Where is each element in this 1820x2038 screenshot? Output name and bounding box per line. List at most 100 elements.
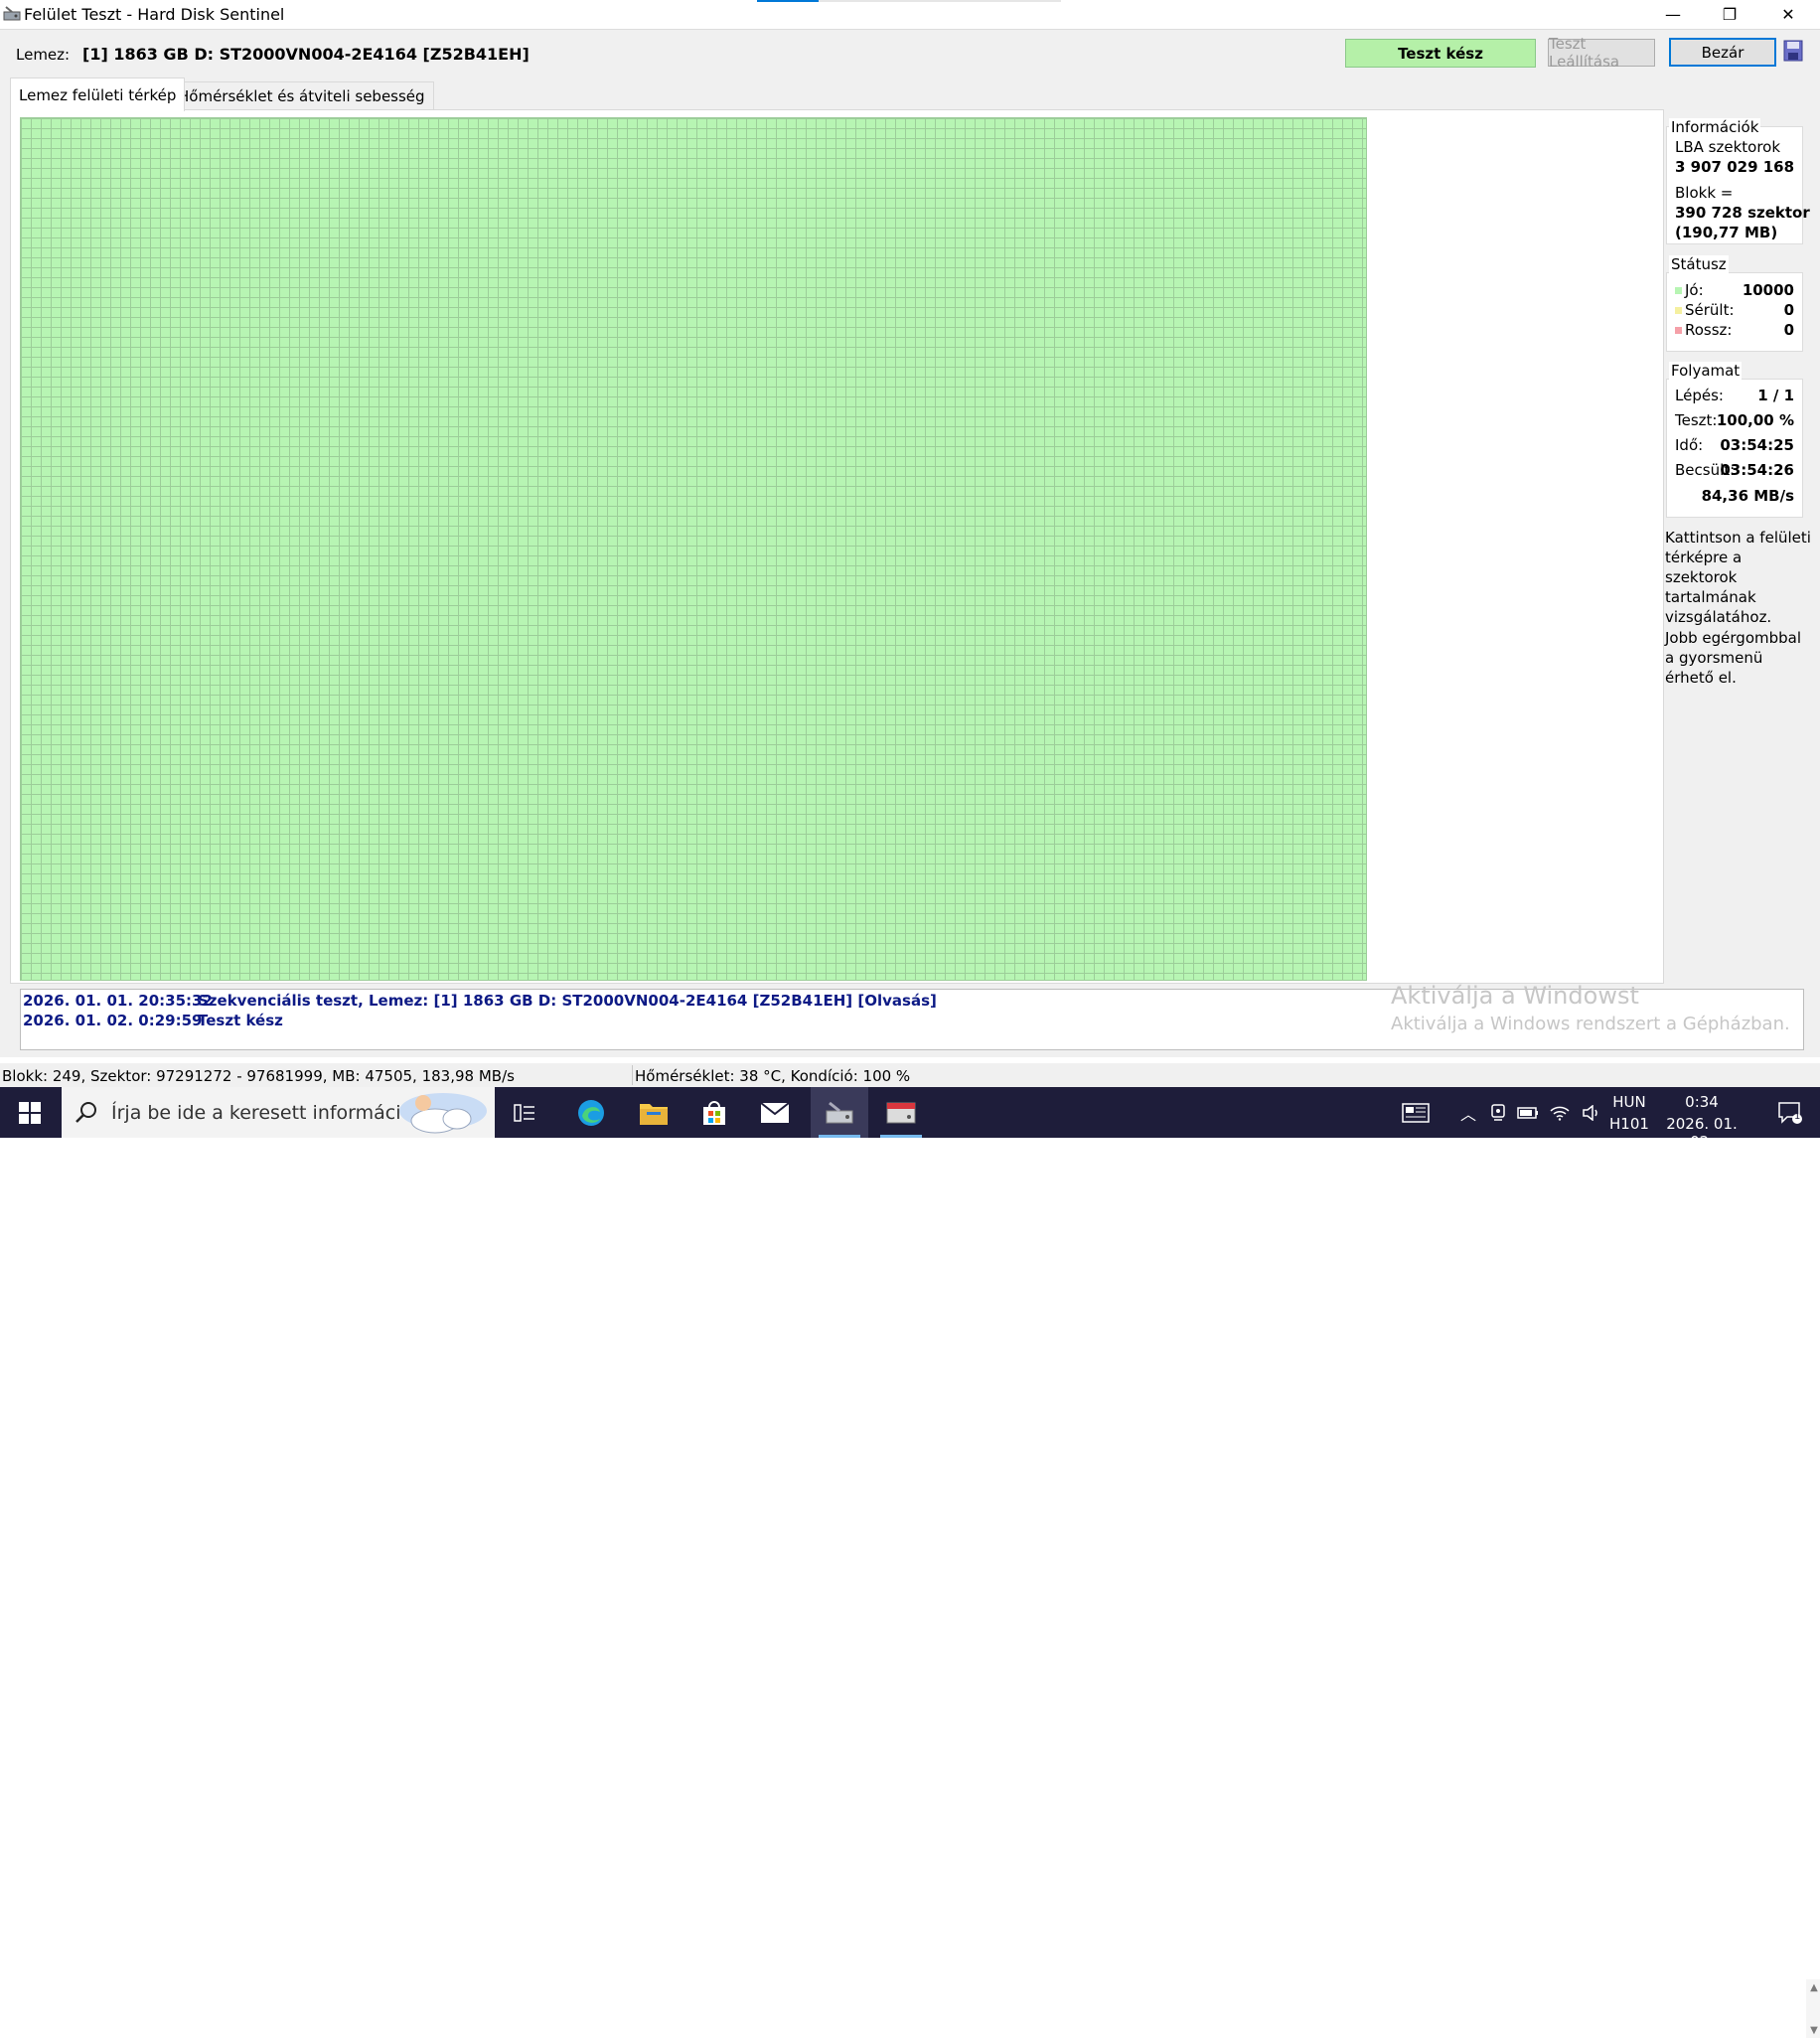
keyboard-layout[interactable]: H101 [1609, 1115, 1649, 1133]
close-icon: ✕ [1781, 5, 1795, 24]
log-entry: 2026. 01. 02. 0:29:59Teszt kész [23, 1012, 283, 1029]
activation-watermark-text: Aktiválja a Windows rendszert a Gépházba… [1391, 1014, 1790, 1034]
status-temperature: Hőmérséklet: 38 °C, Kondíció: 100 % [635, 1067, 911, 1085]
scroll-up-icon[interactable]: ▲ [1806, 1979, 1820, 1995]
lba-value: 3 907 029 168 [1675, 158, 1795, 176]
taskbar-hds-main[interactable] [872, 1087, 930, 1138]
log-scrollbar[interactable]: ▲ ▼ [1806, 1979, 1820, 2038]
window-title: Felület Teszt - Hard Disk Sentinel [24, 5, 285, 24]
disk-label: Lemez: [16, 46, 71, 64]
status-good-label: Jó: [1685, 281, 1704, 299]
hint-right-click: Jobb egérgombbal a gyorsmenü érhető el. [1665, 629, 1802, 687]
log-time: 2026. 01. 02. 0:29:59 [23, 1012, 203, 1029]
wifi-icon [1550, 1106, 1570, 1121]
speed-value: 84,36 MB/s [1701, 487, 1794, 505]
minimize-button[interactable]: — [1645, 0, 1701, 29]
title-bar: Felület Teszt - Hard Disk Sentinel — ❐ ✕ [0, 0, 1820, 29]
stop-test-button[interactable]: Teszt Leállítása [1548, 35, 1655, 71]
status-damaged-value: 0 [1783, 301, 1794, 319]
taskbar-edge[interactable] [566, 1087, 616, 1138]
taskbar-hds-test[interactable] [811, 1087, 868, 1138]
block-value: 390 728 szektor [1675, 204, 1810, 222]
tab-temperature-speed[interactable]: Hőmérséklet és átviteli sebesség [169, 81, 434, 110]
scroll-down-icon[interactable]: ▼ [1806, 2022, 1820, 2038]
good-color-swatch [1675, 287, 1682, 294]
windows-icon [19, 1101, 41, 1124]
log-text: Teszt kész [198, 1012, 283, 1029]
disk-toolbar: Lemez: [1] 1863 GB D: ST2000VN004-2E4164… [0, 30, 1820, 74]
app-icon [3, 6, 21, 21]
store-icon [703, 1100, 725, 1125]
task-view-icon [514, 1103, 534, 1122]
notification-center[interactable]: 1 [1768, 1087, 1812, 1138]
taskbar-mail[interactable] [750, 1087, 800, 1138]
hard-disk-sentinel-icon [826, 1101, 853, 1123]
status-bar: Blokk: 249, Szektor: 97291272 - 97681999… [0, 1063, 1820, 1087]
status-good-value: 10000 [1742, 281, 1794, 299]
info-title: Információk [1669, 118, 1761, 136]
bad-color-swatch [1675, 327, 1682, 334]
tray-volume[interactable] [1578, 1087, 1605, 1138]
task-view-button[interactable] [507, 1087, 542, 1138]
edge-icon [578, 1099, 604, 1126]
status-divider [632, 1065, 633, 1085]
test-value: 100,00 % [1716, 411, 1794, 429]
estimated-value: 03:54:26 [1720, 461, 1794, 479]
hard-disk-icon [886, 1102, 916, 1123]
block-label: Blokk = [1675, 184, 1734, 202]
search-box[interactable]: Írja be ide a keresett információt. [62, 1087, 495, 1138]
save-icon[interactable] [1783, 40, 1803, 62]
taskbar-store[interactable] [689, 1087, 739, 1138]
progress-strip [757, 0, 1061, 2]
search-placeholder: Írja be ide a keresett információt. [111, 1102, 426, 1124]
news-widget[interactable] [1396, 1087, 1436, 1138]
search-highlight-image [399, 1093, 487, 1134]
hint-click: Kattintson a felületi térképre a szektor… [1665, 529, 1811, 626]
show-hidden-icons[interactable]: ︿ [1456, 1087, 1480, 1138]
clock-date[interactable]: 2026. 01. 02. [1657, 1115, 1746, 1151]
lba-label: LBA szektorok [1675, 138, 1781, 156]
damaged-color-swatch [1675, 307, 1682, 314]
volume-icon [1583, 1104, 1597, 1121]
log-time: 2026. 01. 01. 20:35:32 [23, 992, 213, 1010]
tray-battery[interactable] [1514, 1087, 1542, 1138]
tray-network[interactable] [1546, 1087, 1574, 1138]
close-window-button[interactable]: ✕ [1760, 0, 1816, 29]
webcam-icon [1491, 1103, 1505, 1121]
block-mb: (190,77 MB) [1675, 224, 1778, 241]
activation-watermark-title: Aktiválja a Windowst [1391, 982, 1639, 1010]
minimize-icon: — [1665, 5, 1681, 24]
log-entry: 2026. 01. 01. 20:35:32Szekvenciális tesz… [23, 992, 937, 1010]
status-title: Státusz [1669, 255, 1729, 273]
disk-name: [1] 1863 GB D: ST2000VN004-2E4164 [Z52B4… [82, 45, 530, 64]
notification-count: 1 [1794, 1111, 1801, 1122]
surface-map-grid[interactable] [20, 117, 1367, 981]
step-label: Lépés: [1675, 387, 1724, 404]
language-code[interactable]: HUN [1609, 1093, 1649, 1111]
taskbar: Írja be ide a keresett információt. ︿ HU… [0, 1087, 1820, 1151]
news-icon [1402, 1102, 1430, 1123]
clock-time[interactable]: 0:34 [1657, 1093, 1746, 1111]
start-button[interactable] [0, 1087, 60, 1138]
search-icon [76, 1102, 96, 1123]
time-label: Idő: [1675, 436, 1704, 454]
status-block-info: Blokk: 249, Szektor: 97291272 - 97681999… [2, 1067, 515, 1085]
status-damaged-label: Sérült: [1685, 301, 1735, 319]
restore-icon: ❐ [1722, 5, 1738, 24]
test-label: Teszt: [1675, 411, 1718, 429]
status-bad-value: 0 [1783, 321, 1794, 339]
test-status-badge: Teszt kész [1345, 39, 1536, 68]
step-value: 1 / 1 [1757, 387, 1794, 404]
battery-icon [1517, 1106, 1538, 1119]
progress-title: Folyamat [1669, 362, 1743, 380]
maximize-button[interactable]: ❐ [1702, 0, 1757, 29]
mail-icon [760, 1101, 790, 1123]
close-button[interactable]: Bezár [1669, 38, 1776, 67]
status-bad-label: Rossz: [1685, 321, 1733, 339]
log-text: Szekvenciális teszt, Lemez: [1] 1863 GB … [198, 992, 937, 1010]
taskbar-file-explorer[interactable] [629, 1087, 679, 1138]
folder-icon [640, 1103, 668, 1125]
tab-surface-map[interactable]: Lemez felületi térkép [10, 78, 186, 111]
tray-meet[interactable] [1486, 1087, 1510, 1138]
time-value: 03:54:25 [1720, 436, 1794, 454]
